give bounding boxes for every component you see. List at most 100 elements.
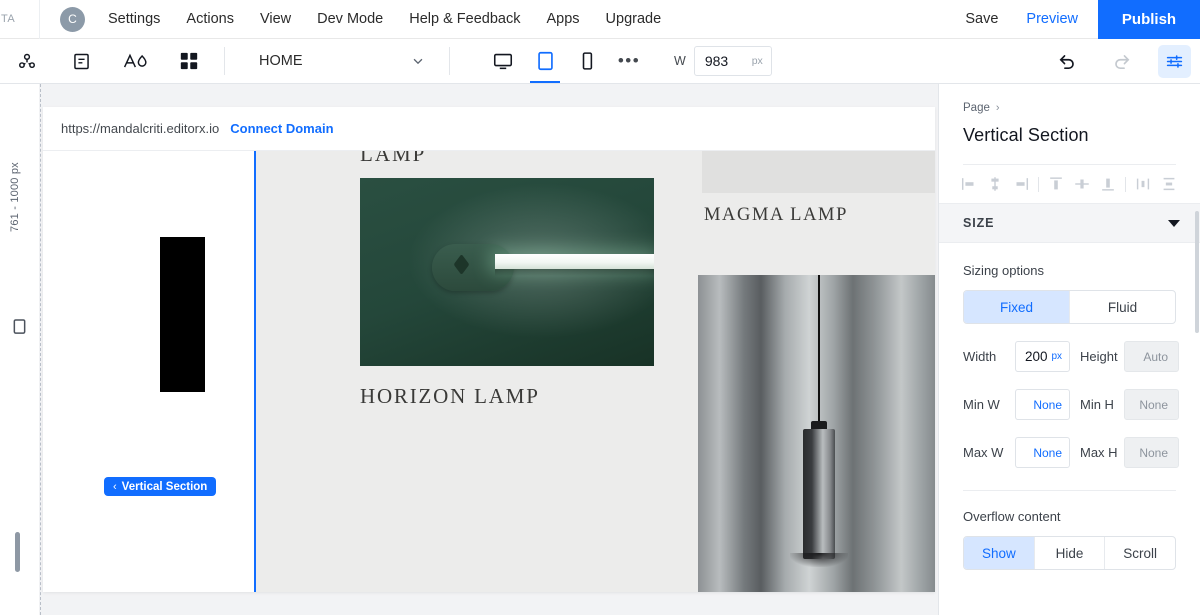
panel-max-height-label: Max H <box>1080 445 1118 460</box>
magma-lamp-shade <box>803 429 835 559</box>
page-selector[interactable]: HOME <box>241 39 441 83</box>
menu-item-upgrade[interactable]: Upgrade <box>593 0 675 39</box>
panel-min-height-input[interactable]: None <box>1124 389 1179 420</box>
menu-item-help-feedback[interactable]: Help & Feedback <box>396 0 533 39</box>
top-menu-bar: TA C Settings Actions View Dev Mode Help… <box>0 0 1200 39</box>
app-logo[interactable]: TA <box>0 0 40 39</box>
canvas-area: https://mandalcriti.editorx.io Connect D… <box>40 84 938 615</box>
sizing-mode-fixed-button[interactable]: Fixed <box>964 291 1070 323</box>
inspector-toggle-icon[interactable] <box>1158 44 1191 78</box>
panel-max-width-value: None <box>1033 445 1062 460</box>
pages-icon[interactable] <box>54 39 108 83</box>
width-input[interactable]: 983 px <box>693 46 772 76</box>
menu-item-actions[interactable]: Actions <box>173 0 247 39</box>
device-mobile-button[interactable] <box>566 39 608 83</box>
preview-button[interactable]: Preview <box>1012 0 1092 39</box>
device-switcher: ••• <box>482 39 650 83</box>
menu-item-dev-mode[interactable]: Dev Mode <box>304 0 396 39</box>
sizing-mode-segmented-control: Fixed Fluid <box>963 290 1176 324</box>
toolbar-right-group <box>1040 39 1200 83</box>
panel-max-height-input[interactable]: None <box>1124 437 1179 468</box>
width-control: W 983 px <box>674 46 772 76</box>
panel-max-width-label: Max W <box>963 445 1004 460</box>
align-center-horizontal-icon[interactable] <box>983 172 1007 196</box>
align-left-icon[interactable] <box>957 172 981 196</box>
align-bottom-icon[interactable] <box>1096 172 1120 196</box>
align-right-icon[interactable] <box>1009 172 1033 196</box>
alignment-divider-1 <box>1038 176 1039 192</box>
vertical-section-black-block[interactable] <box>160 237 205 392</box>
horizon-lamp-caption: HORIZON LAMP <box>360 384 540 408</box>
panel-min-width-label: Min W <box>963 397 1000 412</box>
menu-item-settings[interactable]: Settings <box>95 0 173 39</box>
breadcrumb[interactable]: Page › <box>963 102 1176 114</box>
page-selector-label: HOME <box>259 53 303 69</box>
panel-min-width-input[interactable]: None <box>1015 389 1070 420</box>
size-section-title: SIZE <box>963 216 995 230</box>
overflow-hide-button[interactable]: Hide <box>1035 537 1106 569</box>
inspector-scrollbar[interactable] <box>1195 211 1199 333</box>
alignment-divider-2 <box>1125 176 1126 192</box>
inspector-header: Page › Vertical Section <box>939 84 1200 165</box>
panel-min-width-value: None <box>1033 397 1062 412</box>
magma-lamp-image[interactable] <box>698 275 935 592</box>
menu-item-apps[interactable]: Apps <box>533 0 592 39</box>
menu-item-view[interactable]: View <box>247 0 304 39</box>
panel-min-height-label: Min H <box>1080 397 1114 412</box>
overflow-divider <box>963 490 1176 491</box>
sizing-options-label: Sizing options <box>963 263 1044 278</box>
device-tablet-button[interactable] <box>524 39 566 83</box>
panel-width-label: Width <box>963 349 997 364</box>
breadcrumb-page-label: Page <box>963 102 990 114</box>
canvas-vertical-scrollbar[interactable] <box>15 532 20 572</box>
panel-width-value: 200 <box>1025 349 1048 364</box>
distribute-horizontal-icon[interactable] <box>1131 172 1155 196</box>
device-more-label: ••• <box>617 51 641 70</box>
width-label: W <box>674 54 686 68</box>
connect-domain-link[interactable]: Connect Domain <box>230 121 333 136</box>
undo-icon[interactable] <box>1040 39 1094 83</box>
decorative-grey-block <box>702 151 935 193</box>
align-center-vertical-icon[interactable] <box>1070 172 1094 196</box>
selection-label-badge[interactable]: ‹ Vertical Section <box>104 477 217 496</box>
toolbar-divider-1 <box>224 47 225 75</box>
min-width-height-row: Min W None Min H None <box>963 389 1179 420</box>
horizon-lamp-bar-shadow <box>495 269 654 276</box>
page-title: Vertical Section <box>963 125 1089 145</box>
size-section-header[interactable]: SIZE <box>939 203 1200 243</box>
breakpoint-tablet-icon[interactable] <box>12 318 27 335</box>
publish-button[interactable]: Publish <box>1098 0 1200 39</box>
vertical-section-element[interactable] <box>43 151 254 592</box>
horizon-lamp-light-bar <box>495 254 654 269</box>
cut-off-heading: LAMP <box>360 151 427 166</box>
magma-lamp-caption: MAGMA LAMP <box>704 205 848 225</box>
sizing-mode-fluid-button[interactable]: Fluid <box>1070 291 1175 323</box>
magma-lamp-glow <box>790 553 848 567</box>
max-width-height-row: Max W None Max H None <box>963 437 1179 468</box>
avatar[interactable]: C <box>60 6 85 32</box>
panel-width-input[interactable]: 200 px <box>1015 341 1070 372</box>
site-preview: ‹ Vertical Section LAMP HORIZON LAMP MAG… <box>43 151 935 592</box>
text-theme-icon[interactable] <box>108 39 162 83</box>
selection-badge-label: Vertical Section <box>121 480 208 493</box>
redo-icon <box>1094 39 1148 83</box>
save-button[interactable]: Save <box>951 0 1012 39</box>
add-elements-icon[interactable] <box>162 39 216 83</box>
device-more-button[interactable]: ••• <box>608 39 650 83</box>
panel-height-label: Height <box>1080 349 1118 364</box>
panel-min-height-value: None <box>1139 397 1168 412</box>
panel-height-input[interactable]: Auto <box>1124 341 1179 372</box>
overflow-show-button[interactable]: Show <box>964 537 1035 569</box>
horizon-lamp-image[interactable] <box>360 178 654 366</box>
overflow-segmented-control: Show Hide Scroll <box>963 536 1176 570</box>
panel-max-width-input[interactable]: None <box>1015 437 1070 468</box>
editor-toolbar: HOME ••• W 983 px <box>0 39 1200 84</box>
device-desktop-button[interactable] <box>482 39 524 83</box>
overflow-scroll-button[interactable]: Scroll <box>1105 537 1175 569</box>
editor-root: TA C Settings Actions View Dev Mode Help… <box>0 0 1200 615</box>
align-top-icon[interactable] <box>1044 172 1068 196</box>
layers-icon[interactable] <box>0 39 54 83</box>
distribute-vertical-icon[interactable] <box>1157 172 1181 196</box>
site-url-bar: https://mandalcriti.editorx.io Connect D… <box>43 107 935 151</box>
breakpoint-rail: 761 - 1000 px <box>0 84 40 615</box>
